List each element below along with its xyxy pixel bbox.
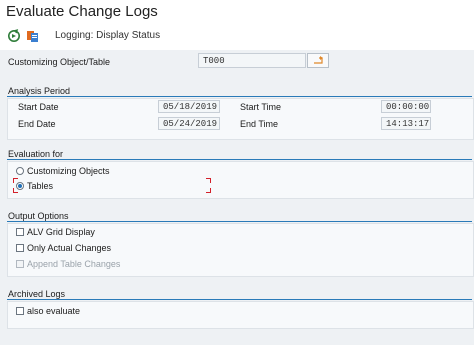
analysis-period-divider [7, 96, 472, 97]
also-evaluate-label[interactable]: also evaluate [27, 306, 80, 316]
alv-grid-checkbox[interactable] [16, 228, 24, 236]
focus-corner-tr [206, 178, 211, 183]
customizing-object-label: Customizing Object/Table [8, 57, 111, 67]
value-help-icon [314, 56, 323, 64]
append-table-changes-checkbox [16, 260, 24, 268]
output-options-divider [7, 221, 472, 222]
only-actual-changes-checkbox[interactable] [16, 244, 24, 252]
page-title: Evaluate Change Logs [6, 3, 158, 20]
start-date-label: Start Date [18, 102, 59, 112]
end-date-label: End Date [18, 119, 56, 129]
variant-icon[interactable] [26, 29, 40, 43]
radio-customizing-objects[interactable] [16, 167, 24, 175]
analysis-period-title: Analysis Period [8, 86, 71, 96]
execute-icon[interactable] [7, 29, 21, 43]
start-date-input[interactable]: 05/18/2019 [158, 100, 220, 113]
append-table-changes-label: Append Table Changes [27, 259, 121, 269]
customizing-object-input[interactable]: T000 [198, 53, 306, 68]
archived-logs-divider [7, 299, 472, 300]
only-actual-changes-label[interactable]: Only Actual Changes [27, 243, 111, 253]
alv-grid-label[interactable]: ALV Grid Display [27, 227, 95, 237]
also-evaluate-checkbox[interactable] [16, 307, 24, 315]
radio-customizing-objects-label[interactable]: Customizing Objects [27, 166, 110, 176]
focus-corner-tl [13, 178, 18, 183]
start-time-label: Start Time [240, 102, 282, 112]
end-date-input[interactable]: 05/24/2019 [158, 117, 220, 130]
end-time-input[interactable]: 14:13:17 [381, 117, 431, 130]
focus-corner-bl [13, 188, 18, 193]
value-help-button[interactable] [307, 53, 329, 68]
logging-display-status-button[interactable]: Logging: Display Status [55, 30, 160, 41]
focus-corner-br [206, 188, 211, 193]
end-time-label: End Time [240, 119, 279, 129]
evaluation-for-title: Evaluation for [8, 149, 64, 159]
archived-logs-title: Archived Logs [8, 289, 66, 299]
output-options-title: Output Options [8, 211, 69, 221]
start-time-input[interactable]: 00:00:00 [381, 100, 431, 113]
radio-tables-label[interactable]: Tables [27, 181, 53, 191]
evaluation-for-divider [7, 159, 472, 160]
